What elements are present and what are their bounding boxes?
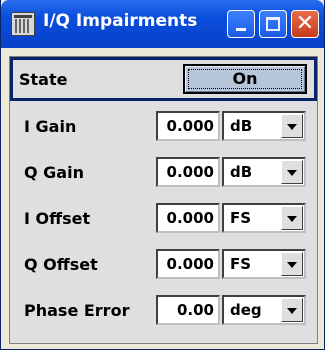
q-gain-unit-select[interactable]: dB xyxy=(222,157,306,187)
i-gain-unit: dB xyxy=(230,117,253,135)
phase-error-unit-select[interactable]: deg xyxy=(222,295,306,325)
close-button[interactable]: ✕ xyxy=(291,10,319,38)
state-toggle-button[interactable]: On xyxy=(183,64,307,94)
q-offset-input[interactable]: 0.000 xyxy=(156,249,220,279)
state-row: State On xyxy=(10,57,317,101)
phase-error-row: Phase Error 0.00 deg xyxy=(10,293,317,327)
i-gain-input[interactable]: 0.000 xyxy=(156,111,220,141)
i-gain-label: I Gain xyxy=(24,117,77,136)
dialog-grid-icon[interactable] xyxy=(11,12,35,36)
window-title: I/Q Impairments xyxy=(43,11,198,31)
iq-impairments-window: I/Q Impairments ✕ State On I Gain 0.000 … xyxy=(0,0,325,350)
chevron-down-icon[interactable] xyxy=(281,298,303,322)
chevron-down-icon[interactable] xyxy=(281,252,303,276)
q-offset-row: Q Offset 0.000 FS xyxy=(10,247,317,281)
state-label: State xyxy=(19,70,68,89)
q-offset-unit-select[interactable]: FS xyxy=(222,249,306,279)
chevron-down-icon[interactable] xyxy=(281,114,303,138)
q-gain-row: Q Gain 0.000 dB xyxy=(10,155,317,189)
i-offset-unit-select[interactable]: FS xyxy=(222,203,306,233)
minimize-icon xyxy=(236,28,246,31)
phase-error-label: Phase Error xyxy=(24,301,130,320)
i-gain-row: I Gain 0.000 dB xyxy=(10,109,317,143)
title-bar[interactable]: I/Q Impairments ✕ xyxy=(1,0,324,48)
q-gain-unit: dB xyxy=(230,163,253,181)
q-offset-label: Q Offset xyxy=(24,255,98,274)
close-icon: ✕ xyxy=(295,11,315,36)
chevron-down-icon[interactable] xyxy=(281,160,303,184)
phase-error-unit: deg xyxy=(230,301,262,319)
i-offset-unit: FS xyxy=(230,209,252,227)
maximize-button[interactable] xyxy=(259,10,287,38)
i-offset-input[interactable]: 0.000 xyxy=(156,203,220,233)
q-gain-label: Q Gain xyxy=(24,163,84,182)
phase-error-input[interactable]: 0.00 xyxy=(156,295,220,325)
chevron-down-icon[interactable] xyxy=(281,206,303,230)
i-offset-row: I Offset 0.000 FS xyxy=(10,201,317,235)
q-gain-input[interactable]: 0.000 xyxy=(156,157,220,187)
settings-panel: State On I Gain 0.000 dB Q Gain 0.000 dB… xyxy=(9,56,318,344)
minimize-button[interactable] xyxy=(227,10,255,38)
q-offset-unit: FS xyxy=(230,255,252,273)
i-offset-label: I Offset xyxy=(24,209,91,228)
maximize-icon xyxy=(266,17,280,31)
i-gain-unit-select[interactable]: dB xyxy=(222,111,306,141)
